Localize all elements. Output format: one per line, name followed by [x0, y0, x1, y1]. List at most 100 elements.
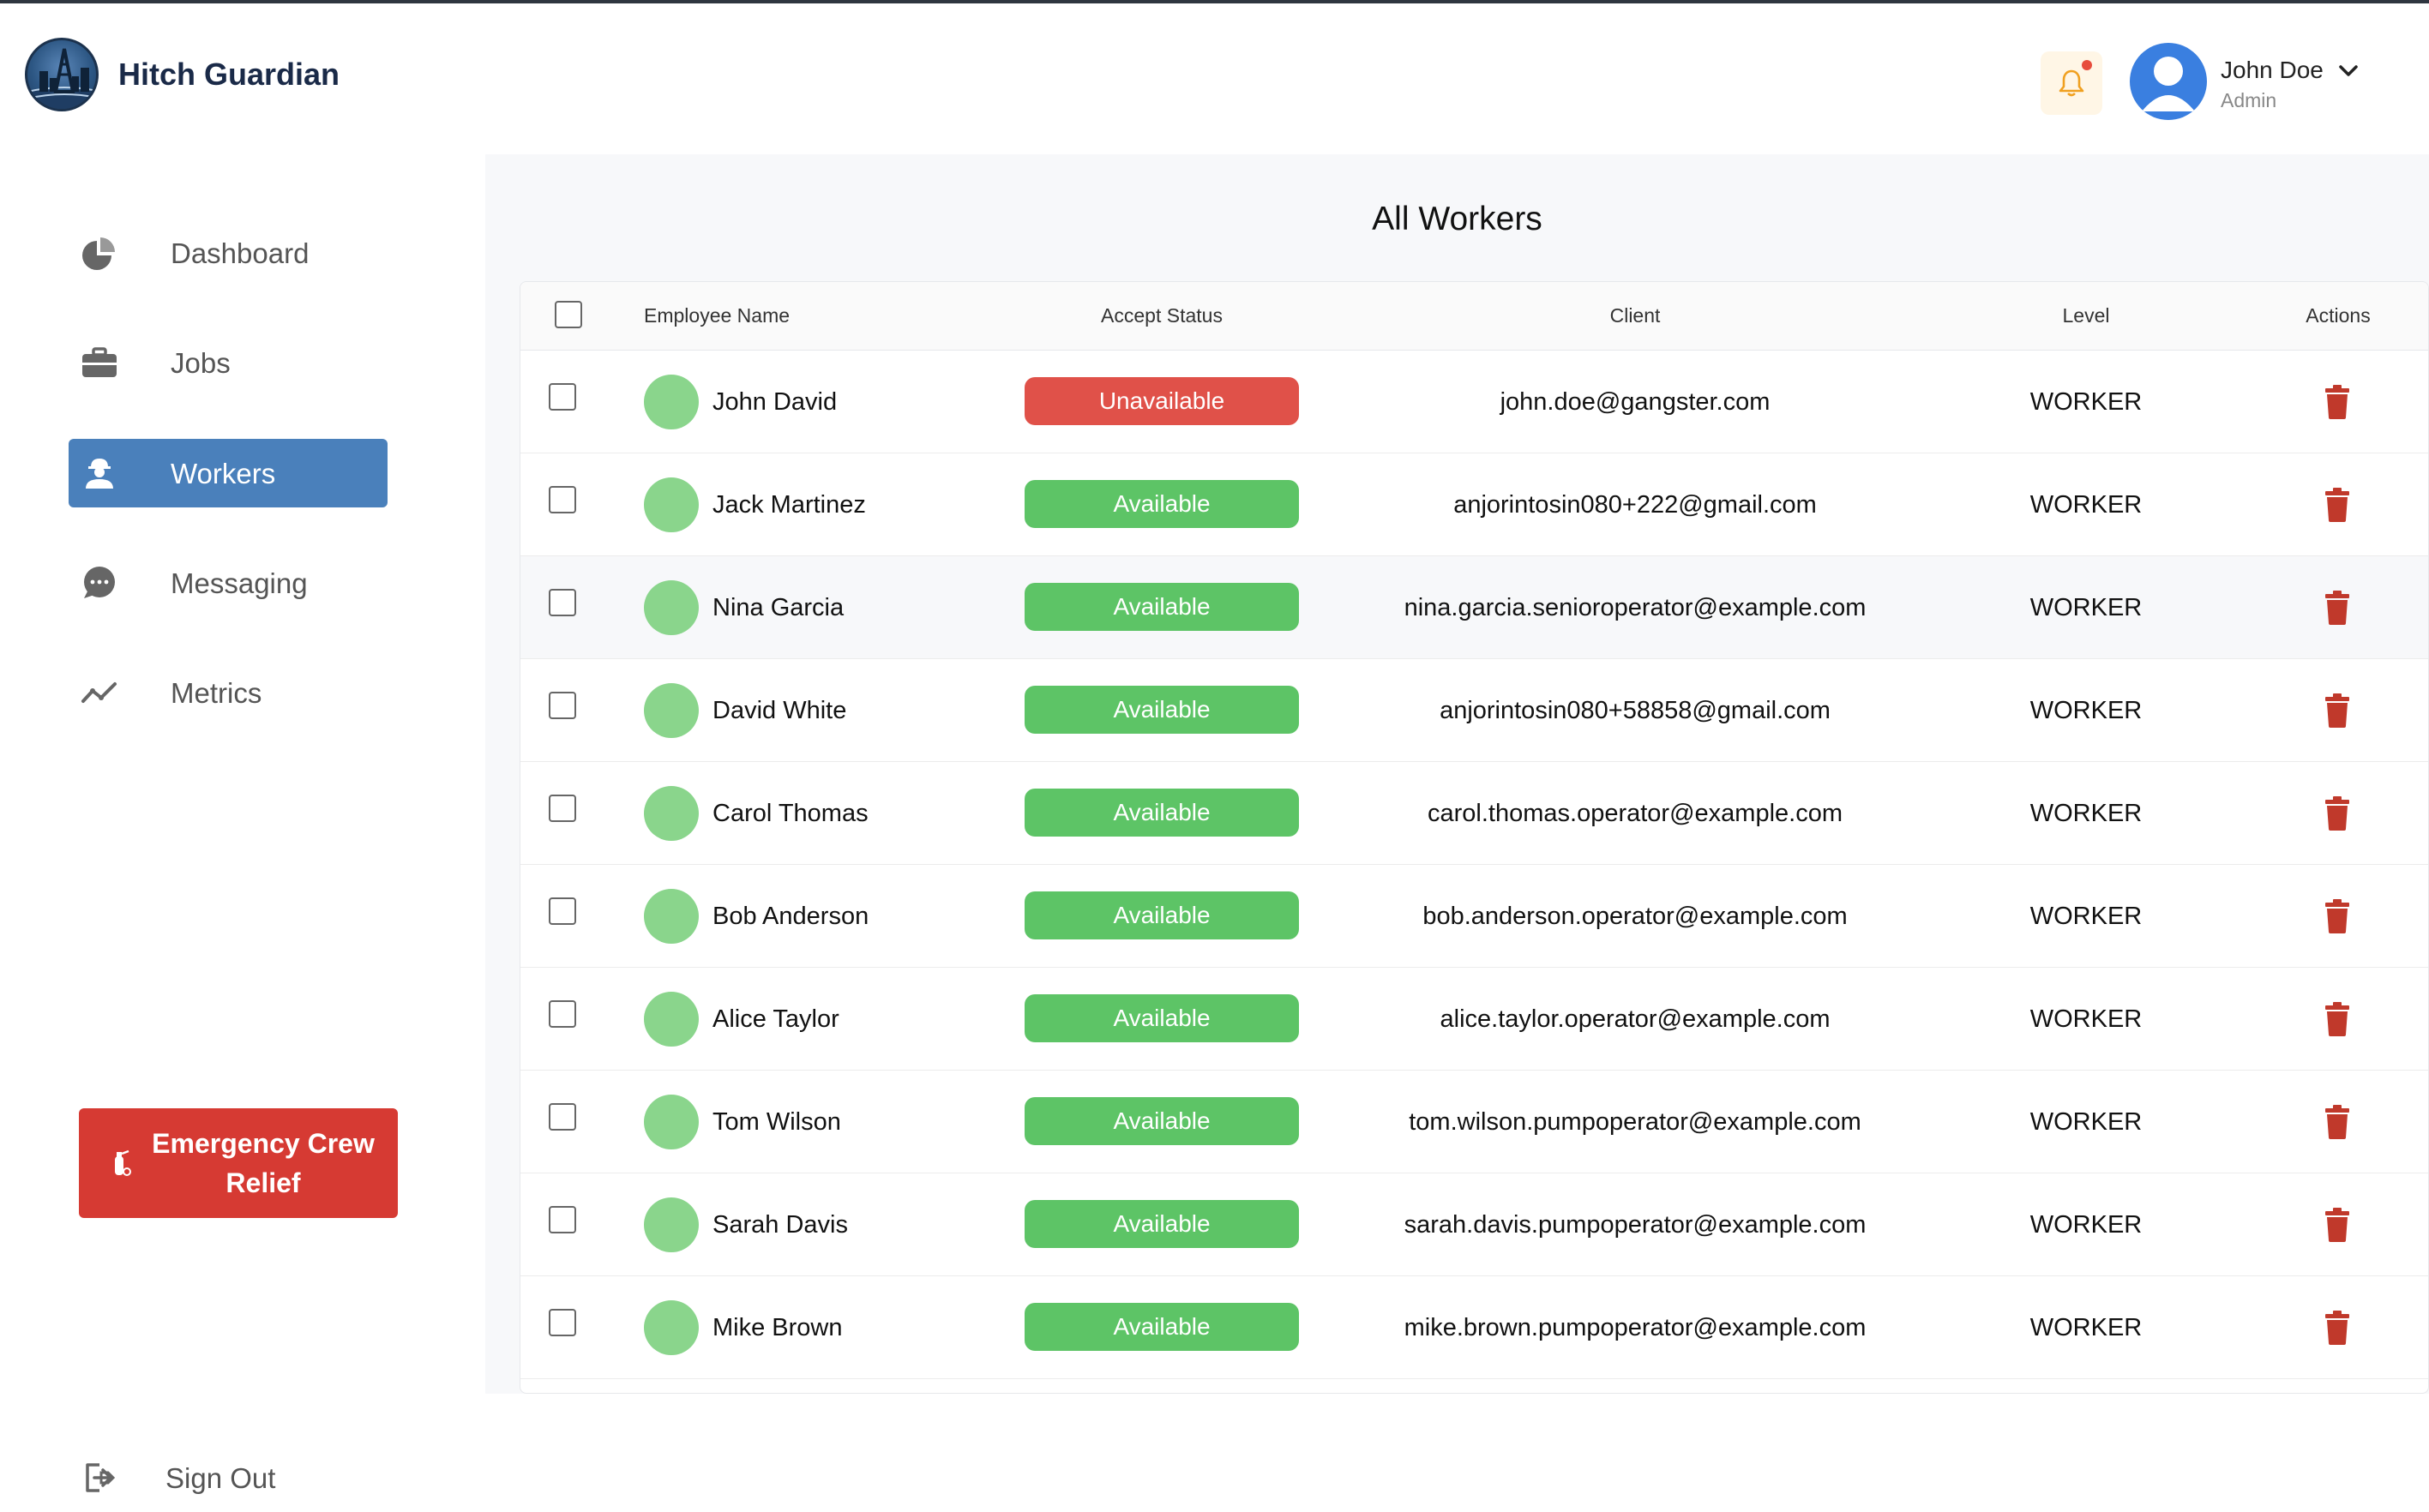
status-badge: Available [1025, 686, 1299, 734]
table-row[interactable]: David White Available anjorintosin080+58… [520, 659, 2428, 762]
column-header-actions: Actions [2306, 304, 2371, 327]
employee-name: Nina Garcia [712, 594, 845, 621]
sidebar-item-workers[interactable]: Workers [69, 439, 388, 507]
column-header-employee-name[interactable]: Employee Name [644, 304, 790, 327]
column-header-accept-status[interactable]: Accept Status [1025, 304, 1299, 327]
row-checkbox[interactable] [549, 486, 576, 513]
employee-name: Mike Brown [712, 1314, 843, 1341]
table-row[interactable]: Nina Garcia Available nina.garcia.senior… [520, 556, 2428, 659]
table-row[interactable]: Jack Martinez Available anjorintosin080+… [520, 453, 2428, 556]
sign-out-button[interactable]: Sign Out [69, 1443, 388, 1512]
worker-avatar [644, 992, 699, 1047]
sidebar-item-label: Metrics [171, 677, 262, 709]
sidebar-item-label: Messaging [171, 567, 308, 599]
table-row[interactable]: Tom Wilson Available tom.wilson.pumpoper… [520, 1071, 2428, 1173]
emergency-crew-relief-button[interactable]: Emergency Crew Relief [79, 1108, 398, 1218]
worker-avatar [644, 889, 699, 944]
trash-icon[interactable] [2324, 693, 2350, 728]
table-header: Employee Name Accept Status Client Level… [520, 282, 2428, 351]
employee-name: John David [712, 388, 838, 416]
line-chart-icon [81, 682, 117, 703]
employee-name: David White [712, 697, 847, 724]
table-row[interactable]: Mike Brown Available mike.brown.pumpoper… [520, 1276, 2428, 1379]
employee-name: Sarah Davis [712, 1211, 848, 1239]
emergency-label: Emergency Crew Relief [152, 1128, 375, 1198]
worker-avatar [644, 683, 699, 738]
row-checkbox[interactable] [549, 1000, 576, 1028]
row-checkbox[interactable] [549, 692, 576, 719]
main-content: All Workers Employee Name Accept Status … [485, 154, 2429, 1394]
workers-table: Employee Name Accept Status Client Level… [520, 281, 2429, 1394]
table-row[interactable]: Alice Taylor Available alice.taylor.oper… [520, 968, 2428, 1071]
sidebar-item-messaging[interactable]: Messaging [69, 549, 388, 617]
row-checkbox[interactable] [549, 1206, 576, 1233]
brand-name: Hitch Guardian [118, 57, 340, 92]
status-badge: Available [1025, 583, 1299, 631]
sidebar-item-metrics[interactable]: Metrics [69, 658, 388, 727]
user-icon [2142, 57, 2195, 111]
page-title: All Workers [1372, 201, 1542, 237]
row-checkbox[interactable] [549, 1103, 576, 1131]
select-all-checkbox[interactable] [555, 301, 582, 328]
status-badge: Available [1025, 789, 1299, 837]
status-badge: Available [1025, 1303, 1299, 1351]
trash-icon[interactable] [2324, 488, 2350, 522]
worker-avatar [644, 580, 699, 635]
status-badge: Available [1025, 891, 1299, 939]
sidebar-item-label: Workers [171, 458, 276, 489]
column-header-client[interactable]: Client [1506, 304, 1764, 327]
worker-avatar [644, 1197, 699, 1252]
sidebar-item-dashboard[interactable]: Dashboard [69, 219, 388, 287]
status-badge: Available [1025, 994, 1299, 1042]
status-badge: Unavailable [1025, 377, 1299, 425]
bell-icon [2059, 69, 2084, 97]
pie-chart-icon [82, 237, 115, 270]
notifications-button[interactable] [2041, 51, 2102, 115]
table-row[interactable]: Bob Anderson Available bob.anderson.oper… [520, 865, 2428, 968]
status-badge: Available [1025, 1097, 1299, 1145]
sidebar-item-jobs[interactable]: Jobs [69, 328, 388, 397]
user-role: Admin [2221, 89, 2277, 111]
sign-out-label: Sign Out [165, 1462, 276, 1494]
worker-avatar [644, 1095, 699, 1149]
table-row[interactable]: Sarah Davis Available sarah.davis.pumpop… [520, 1173, 2428, 1276]
sidebar-item-label: Dashboard [171, 237, 310, 269]
worker-avatar [644, 477, 699, 532]
employee-name: Bob Anderson [712, 903, 869, 930]
table-row[interactable]: Carol Thomas Available carol.thomas.oper… [520, 762, 2428, 865]
briefcase-icon [82, 347, 117, 377]
user-name[interactable]: John Doe [2221, 57, 2324, 84]
worker-icon [86, 459, 113, 489]
employee-name: Alice Taylor [712, 1005, 839, 1033]
trash-icon[interactable] [2324, 1311, 2350, 1345]
fire-extinguisher-icon [115, 1149, 131, 1176]
trash-icon[interactable] [2324, 796, 2350, 831]
sign-out-icon [86, 1463, 116, 1492]
sidebar: Dashboard Jobs Workers Messaging Metrics… [0, 154, 485, 1494]
trash-icon[interactable] [2324, 1105, 2350, 1139]
employee-name: Tom Wilson [712, 1108, 841, 1136]
trash-icon[interactable] [2324, 1208, 2350, 1242]
row-checkbox[interactable] [549, 795, 576, 822]
table-row[interactable]: John David Unavailable john.doe@gangster… [520, 351, 2428, 453]
worker-avatar [644, 786, 699, 841]
row-checkbox[interactable] [549, 1309, 576, 1336]
column-header-level[interactable]: Level [2000, 304, 2172, 327]
trash-icon[interactable] [2324, 591, 2350, 625]
worker-avatar [644, 375, 699, 429]
trash-icon[interactable] [2324, 385, 2350, 419]
user-avatar[interactable] [2130, 43, 2207, 120]
brand-logo[interactable] [25, 38, 99, 111]
chat-bubble-icon [84, 567, 115, 598]
app-header: Hitch Guardian John Doe Admin [0, 3, 2429, 154]
trash-icon[interactable] [2324, 1002, 2350, 1036]
row-checkbox[interactable] [549, 383, 576, 411]
row-checkbox[interactable] [549, 897, 576, 925]
status-badge: Available [1025, 1200, 1299, 1248]
employee-name: Carol Thomas [712, 800, 869, 827]
status-badge: Available [1025, 480, 1299, 528]
trash-icon[interactable] [2324, 899, 2350, 933]
row-checkbox[interactable] [549, 589, 576, 616]
chevron-down-icon[interactable] [2334, 58, 2363, 84]
employee-name: Jack Martinez [712, 491, 866, 519]
